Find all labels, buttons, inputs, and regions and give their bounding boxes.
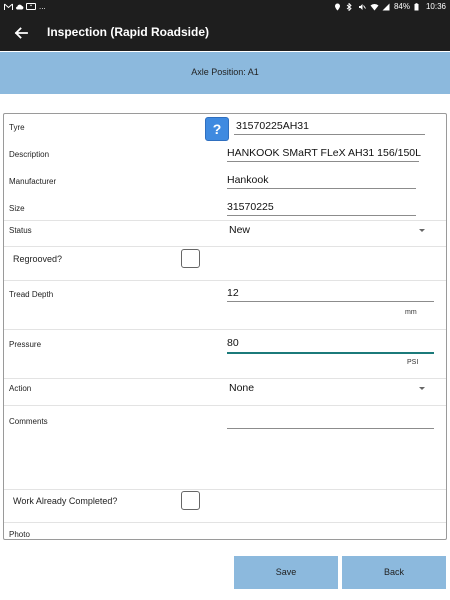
action-dropdown[interactable]: None (229, 382, 254, 394)
description-field-underline (227, 161, 419, 162)
row-divider (4, 405, 446, 406)
back-arrow-icon[interactable] (10, 22, 32, 44)
tyre-field[interactable]: 31570225AH31 (236, 120, 309, 132)
pressure-label: Pressure (9, 340, 42, 349)
tread-depth-field-underline (227, 301, 434, 302)
tread-depth-field[interactable]: 12 (227, 287, 239, 299)
status-bar-notifications: ▪ ... (4, 2, 46, 11)
comments-label: Comments (9, 417, 48, 426)
cloud-icon (15, 3, 24, 11)
notification-badge-icon: ▪ (26, 3, 36, 10)
size-label: Size (9, 204, 25, 213)
axle-position-banner: Axle Position: A1 (0, 52, 450, 94)
more-notifications: ... (39, 2, 46, 11)
location-icon (334, 3, 342, 11)
row-divider (4, 280, 446, 281)
row-divider (4, 522, 446, 523)
pressure-unit: PSI (407, 359, 419, 366)
status-bar: ▪ ... 84% 10:36 (0, 0, 450, 14)
size-field[interactable]: 31570225 (227, 201, 274, 213)
row-divider (4, 246, 446, 247)
gmail-icon (4, 3, 13, 11)
pressure-field[interactable]: 80 (227, 337, 239, 349)
save-button[interactable]: Save (234, 556, 338, 589)
description-field[interactable]: HANKOOK SMaRT FLeX AH31 156/150L (227, 147, 421, 159)
row-divider (4, 329, 446, 330)
help-icon[interactable]: ? (205, 117, 229, 141)
status-label: Status (9, 226, 32, 235)
regrooved-checkbox[interactable] (181, 249, 200, 268)
description-label: Description (9, 150, 50, 159)
app-bar: Inspection (Rapid Roadside) (0, 14, 450, 51)
manufacturer-field[interactable]: Hankook (227, 174, 268, 186)
page-title: Inspection (Rapid Roadside) (47, 25, 210, 39)
manufacturer-field-underline (227, 188, 416, 189)
manufacturer-label: Manufacturer (9, 177, 57, 186)
size-field-underline (227, 215, 416, 216)
battery-percent: 84% (393, 2, 410, 11)
signal-icon (382, 3, 390, 11)
photo-label: Photo (9, 530, 30, 539)
axle-position-text: Axle Position: A1 (191, 67, 259, 77)
row-divider (4, 489, 446, 490)
inspection-form: Tyre ? 31570225AH31 Description HANKOOK … (3, 113, 447, 540)
tyre-label: Tyre (9, 123, 25, 132)
comments-field-underline (227, 428, 434, 429)
pressure-field-underline (227, 352, 434, 354)
status-dropdown-arrow-icon[interactable] (419, 229, 425, 232)
battery-icon (414, 2, 422, 11)
tyre-field-underline (234, 134, 425, 135)
work-completed-label: Work Already Completed? (13, 496, 118, 506)
tread-depth-label: Tread Depth (9, 290, 54, 299)
status-bar-system: 84% 10:36 (334, 1, 446, 12)
row-divider (4, 220, 446, 221)
mute-icon (358, 3, 366, 11)
tread-depth-unit: mm (405, 309, 417, 316)
regrooved-label: Regrooved? (13, 254, 63, 264)
action-label: Action (9, 384, 32, 393)
action-dropdown-arrow-icon[interactable] (419, 387, 425, 390)
clock: 10:36 (425, 2, 446, 11)
bluetooth-icon (346, 1, 354, 12)
status-dropdown[interactable]: New (229, 224, 250, 236)
back-button[interactable]: Back (342, 556, 446, 589)
work-completed-checkbox[interactable] (181, 491, 200, 510)
wifi-icon (370, 3, 379, 11)
row-divider (4, 378, 446, 379)
